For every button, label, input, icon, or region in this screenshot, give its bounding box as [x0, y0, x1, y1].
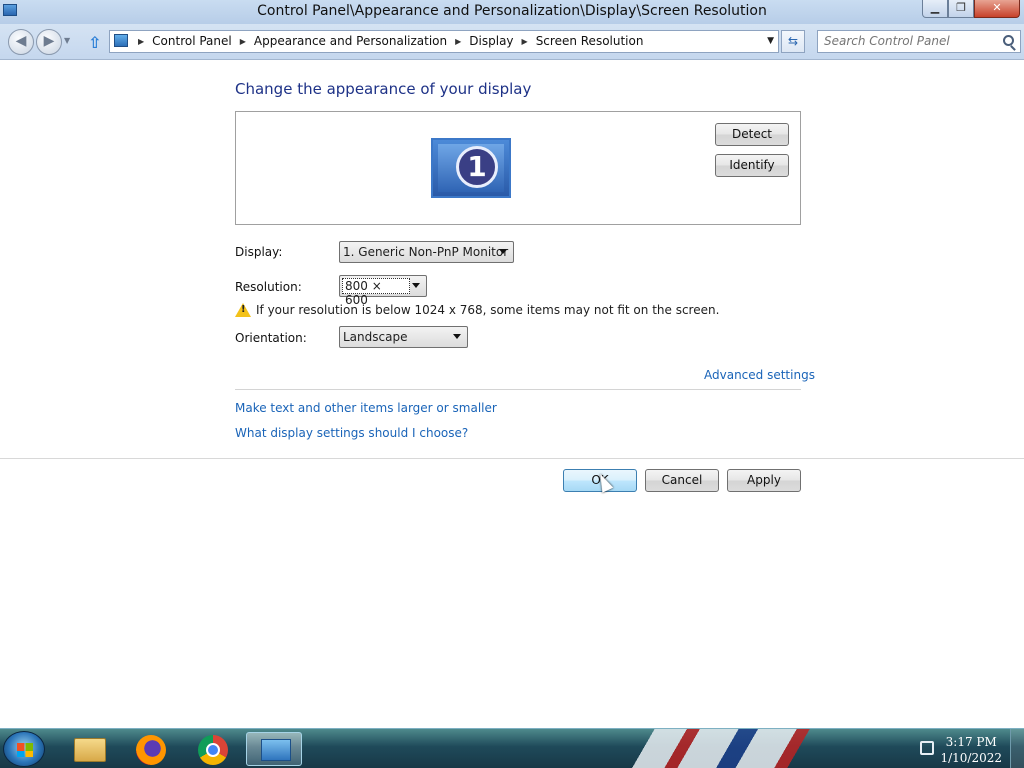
file-explorer-icon[interactable] [62, 732, 118, 766]
wallpaper-strip [590, 729, 890, 768]
resolution-select-value: 800 × 600 [342, 278, 410, 307]
orientation-select[interactable]: Landscape [339, 326, 468, 348]
back-button[interactable]: ◀ [8, 29, 34, 55]
detect-button[interactable]: Detect [715, 123, 789, 146]
clock-date: 1/10/2022 [940, 751, 1002, 765]
resolution-select[interactable]: 800 × 600 [339, 275, 427, 307]
monitor-screen: 1 [438, 144, 504, 192]
display-select-value: 1. Generic Non-PnP Monitor [343, 245, 509, 259]
maximize-button[interactable]: ❐ [948, 0, 974, 18]
clock[interactable]: 3:17 PM 1/10/2022 [940, 734, 1002, 766]
divider [0, 458, 1024, 459]
display-select[interactable]: 1. Generic Non-PnP Monitor [339, 241, 514, 263]
warning-icon [235, 303, 251, 317]
chevron-right-icon[interactable]: ▶ [138, 37, 144, 46]
chrome-logo-icon [198, 735, 228, 765]
network-icon[interactable] [920, 741, 934, 755]
orientation-label: Orientation: [235, 331, 307, 345]
chevron-down-icon [499, 249, 507, 254]
breadcrumb-control-panel[interactable]: Control Panel [152, 34, 232, 48]
close-button[interactable]: ✕ [974, 0, 1020, 18]
display-preview-panel: 1 Detect Identify [235, 111, 801, 225]
system-tray: 3:17 PM 1/10/2022 [914, 729, 1024, 768]
folder-icon [74, 738, 106, 762]
computer-icon [114, 34, 128, 47]
chevron-down-icon [412, 283, 420, 288]
cancel-button[interactable]: Cancel [645, 469, 719, 492]
firefox-logo-icon [136, 735, 166, 765]
refresh-button[interactable]: ⇆ [781, 30, 805, 53]
navigation-bar: ◀ ▶ ▼ ⇧ ▶ Control Panel ▶ Appearance and… [0, 24, 1024, 60]
apply-button[interactable]: Apply [727, 469, 801, 492]
search-input[interactable] [824, 34, 994, 48]
chevron-right-icon[interactable]: ▶ [522, 37, 528, 46]
chrome-icon[interactable] [185, 732, 241, 766]
address-dropdown-icon[interactable]: ▼ [767, 36, 774, 46]
control-panel-taskbar-icon[interactable] [246, 732, 302, 766]
content-area: Change the appearance of your display 1 … [0, 61, 1024, 728]
taskbar: 3:17 PM 1/10/2022 [0, 728, 1024, 768]
orientation-select-value: Landscape [343, 330, 408, 344]
search-box[interactable] [817, 30, 1021, 53]
clock-time: 3:17 PM [945, 735, 997, 749]
breadcrumb: ▶ Control Panel ▶ Appearance and Persona… [134, 34, 647, 48]
text-size-link[interactable]: Make text and other items larger or smal… [235, 401, 497, 415]
monitor-icon[interactable]: 1 [431, 138, 511, 198]
resolution-label: Resolution: [235, 280, 302, 294]
window-controls: ▁ ❐ ✕ [922, 0, 1020, 18]
up-arrow-icon[interactable]: ⇧ [88, 33, 101, 52]
address-bar[interactable]: ▶ Control Panel ▶ Appearance and Persona… [109, 30, 779, 53]
display-help-link[interactable]: What display settings should I choose? [235, 426, 468, 440]
warning-text: If your resolution is below 1024 x 768, … [256, 303, 720, 317]
identify-button[interactable]: Identify [715, 154, 789, 177]
advanced-settings-link[interactable]: Advanced settings [704, 368, 815, 382]
display-label: Display: [235, 245, 283, 259]
search-icon[interactable] [1003, 35, 1014, 46]
page-title: Change the appearance of your display [235, 80, 532, 98]
firefox-icon[interactable] [123, 732, 179, 766]
divider [235, 389, 801, 390]
monitor-number: 1 [456, 146, 498, 188]
chevron-down-icon [453, 334, 461, 339]
forward-button[interactable]: ▶ [36, 29, 62, 55]
chevron-right-icon[interactable]: ▶ [455, 37, 461, 46]
windows-logo-icon [17, 743, 33, 757]
title-bar: Control Panel\Appearance and Personaliza… [0, 0, 1024, 24]
resolution-warning: If your resolution is below 1024 x 768, … [235, 303, 719, 317]
show-desktop-button[interactable] [1010, 729, 1024, 768]
chevron-right-icon[interactable]: ▶ [240, 37, 246, 46]
breadcrumb-screen-resolution[interactable]: Screen Resolution [536, 34, 644, 48]
minimize-button[interactable]: ▁ [922, 0, 948, 18]
breadcrumb-appearance[interactable]: Appearance and Personalization [254, 34, 447, 48]
recent-pages-dropdown[interactable]: ▼ [64, 36, 70, 45]
breadcrumb-display[interactable]: Display [469, 34, 513, 48]
control-panel-icon [261, 739, 291, 761]
windows-start-icon[interactable] [3, 731, 45, 767]
window-title: Control Panel\Appearance and Personaliza… [257, 3, 767, 19]
